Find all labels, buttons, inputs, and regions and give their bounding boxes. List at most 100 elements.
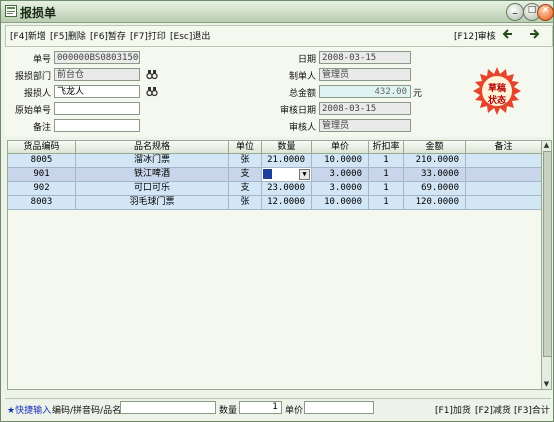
cell-amount[interactable]: 210.0000: [404, 154, 466, 168]
stamp-line-2: 状态: [487, 96, 506, 106]
dropdown-arrow-icon[interactable]: ▼: [299, 169, 310, 180]
close-icon: ×: [541, 5, 550, 15]
exit-button[interactable]: [Esc]退出: [170, 29, 210, 42]
cell-name[interactable]: 羽毛球门票: [76, 196, 229, 210]
remove-goods-button[interactable]: [F2]减货: [475, 403, 511, 416]
cell-qty[interactable]: 21.0000: [262, 154, 312, 168]
cell-code[interactable]: 8005: [8, 154, 76, 168]
cell-amount[interactable]: 120.0000: [404, 196, 466, 210]
cell-note[interactable]: [466, 168, 542, 182]
total-label: 总金额: [288, 89, 316, 99]
col-header-note[interactable]: 备注: [466, 141, 542, 154]
audit-date-field: 2008-03-15: [319, 102, 411, 115]
orig-no-field[interactable]: [54, 102, 140, 115]
draft-status-stamp: 草稿 状态: [473, 67, 521, 115]
minimize-icon: _: [512, 5, 518, 15]
toolbar: [F4]新增 [F5]删除 [F6]暂存 [F7]打印 [Esc]退出 [F12…: [5, 25, 553, 47]
col-header-code[interactable]: 货品编码: [8, 141, 76, 154]
cell-name[interactable]: 溜冰门票: [76, 154, 229, 168]
orig-no-label: 原始单号: [14, 106, 51, 116]
cell-code[interactable]: 8003: [8, 196, 76, 210]
cell-price[interactable]: 10.0000: [312, 196, 369, 210]
goods-search-input[interactable]: [120, 401, 216, 414]
remark-field[interactable]: [54, 119, 140, 132]
document-header-form: 单号 000000BS0803150003 报损部门 前台仓 报损人 飞龙人 原…: [5, 47, 551, 137]
cell-name[interactable]: 可口可乐: [76, 182, 229, 196]
cell-discount[interactable]: 1: [369, 154, 404, 168]
dept-label: 报损部门: [14, 72, 51, 82]
table-row[interactable]: 902 可口可乐 支 23.0000 3.0000 1 69.0000: [8, 182, 542, 196]
vertical-scrollbar[interactable]: ▲ ▼: [541, 140, 552, 390]
cell-discount[interactable]: 1: [369, 196, 404, 210]
col-header-qty[interactable]: 数量: [262, 141, 312, 154]
cell-note[interactable]: [466, 154, 542, 168]
cell-price[interactable]: 10.0000: [312, 154, 369, 168]
cell-code[interactable]: 902: [8, 182, 76, 196]
app-icon: [5, 5, 17, 17]
goods-table: 货品编码 品名规格 单位 数量 单价 折扣率 金额 备注 8005 溜冰门票 张…: [7, 140, 543, 390]
prev-record-icon[interactable]: [502, 28, 514, 43]
table-row-selected[interactable]: 901 铁江啤酒 支 ▼ 3.0000 1 33.0000: [8, 168, 542, 182]
close-button[interactable]: ×: [537, 4, 554, 21]
maker-field: 管理员: [319, 68, 411, 81]
binoculars-icon[interactable]: [146, 85, 158, 97]
add-button[interactable]: [F4]新增: [10, 29, 46, 42]
scrollbar-thumb[interactable]: [543, 151, 552, 357]
quick-input-bar: ★快捷输入 编码/拼音码/品名 数量 1 单价 [F1]加货 [F2]减货 [F…: [5, 398, 551, 417]
minimize-button[interactable]: _: [506, 3, 524, 21]
audit-button[interactable]: [F12]审核: [454, 29, 496, 42]
reporter-label: 报损人: [23, 89, 51, 99]
cell-qty[interactable]: 12.0000: [262, 196, 312, 210]
cell-note[interactable]: [466, 182, 542, 196]
auditor-label: 审核人: [288, 123, 316, 133]
auditor-field: 管理员: [319, 119, 411, 132]
cell-qty[interactable]: 23.0000: [262, 182, 312, 196]
draft-button[interactable]: [F6]暂存: [90, 29, 126, 42]
col-header-unit[interactable]: 单位: [229, 141, 262, 154]
dept-field[interactable]: 前台仓: [54, 68, 140, 81]
table-row[interactable]: 8003 羽毛球门票 张 12.0000 10.0000 1 120.0000: [8, 196, 542, 210]
cell-discount[interactable]: 1: [369, 182, 404, 196]
sum-button[interactable]: [F3]合计: [514, 403, 550, 416]
doc-no-label: 单号: [32, 55, 51, 65]
cell-price[interactable]: 3.0000: [312, 168, 369, 182]
cell-amount[interactable]: 33.0000: [404, 168, 466, 182]
cell-code[interactable]: 901: [8, 168, 76, 182]
qty-input[interactable]: 1: [239, 401, 282, 414]
col-header-amount[interactable]: 金额: [404, 141, 466, 154]
window-title: 报损单: [20, 6, 57, 20]
col-header-discount[interactable]: 折扣率: [369, 141, 404, 154]
col-header-name[interactable]: 品名规格: [76, 141, 229, 154]
audit-date-label: 审核日期: [279, 106, 316, 116]
add-goods-button[interactable]: [F1]加货: [435, 403, 471, 416]
cell-unit[interactable]: 支: [229, 182, 262, 196]
col-header-price[interactable]: 单价: [312, 141, 369, 154]
print-button[interactable]: [F7]打印: [130, 29, 166, 42]
cell-amount[interactable]: 69.0000: [404, 182, 466, 196]
reporter-field[interactable]: 飞龙人: [54, 85, 140, 98]
date-label: 日期: [297, 55, 316, 65]
scroll-down-icon[interactable]: ▼: [542, 380, 551, 389]
next-record-icon[interactable]: [528, 28, 540, 43]
binoculars-icon[interactable]: [146, 68, 158, 80]
quick-input-label: ★快捷输入: [7, 406, 52, 416]
total-unit: 元: [413, 89, 423, 99]
scroll-up-icon[interactable]: ▲: [542, 141, 551, 150]
qty-edit-cursor: [263, 169, 272, 179]
table-row[interactable]: 8005 溜冰门票 张 21.0000 10.0000 1 210.0000: [8, 154, 542, 168]
cell-unit[interactable]: 张: [229, 196, 262, 210]
cell-unit[interactable]: 支: [229, 168, 262, 182]
maker-label: 制单人: [288, 72, 316, 82]
cell-note[interactable]: [466, 196, 542, 210]
date-field[interactable]: 2008-03-15: [319, 51, 411, 64]
price-label: 单价: [285, 406, 304, 416]
cell-unit[interactable]: 张: [229, 154, 262, 168]
doc-no-field[interactable]: 000000BS0803150003: [54, 51, 140, 64]
cell-price[interactable]: 3.0000: [312, 182, 369, 196]
delete-button[interactable]: [F5]删除: [50, 29, 86, 42]
cell-qty-editor[interactable]: ▼: [262, 168, 312, 182]
price-input[interactable]: [304, 401, 374, 414]
cell-discount[interactable]: 1: [369, 168, 404, 182]
cell-name[interactable]: 铁江啤酒: [76, 168, 229, 182]
title-bar: 报损单 _ □ ×: [1, 1, 554, 23]
